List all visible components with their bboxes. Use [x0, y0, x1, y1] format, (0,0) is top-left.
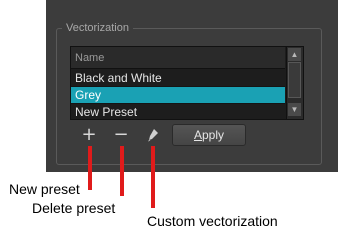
apply-mnemonic: A: [193, 128, 202, 142]
apply-label: pply: [202, 128, 225, 142]
delete-preset-button[interactable]: −: [112, 126, 130, 144]
callout-delete-preset: Delete preset: [32, 200, 116, 216]
scroll-up-icon[interactable]: ▲: [288, 48, 301, 61]
custom-vectorization-pointer: [151, 146, 155, 208]
new-preset-button[interactable]: +: [80, 126, 98, 144]
apply-button[interactable]: Apply: [172, 124, 246, 146]
plus-icon: +: [81, 124, 97, 145]
delete-preset-pointer: [120, 146, 124, 196]
preset-list[interactable]: Name Black and White Grey New Preset ▲ ▼: [70, 46, 304, 120]
list-scrollbar[interactable]: ▲ ▼: [286, 47, 303, 119]
minus-icon: −: [113, 124, 129, 145]
list-header-name[interactable]: Name: [71, 47, 285, 69]
pencil-icon: [148, 129, 158, 142]
list-item-selected[interactable]: Grey: [71, 87, 285, 104]
new-preset-pointer: [88, 146, 92, 190]
custom-vectorization-button[interactable]: [144, 126, 162, 144]
scroll-thumb[interactable]: [288, 62, 301, 98]
list-item[interactable]: Black and White: [71, 70, 285, 87]
callout-new-preset: New preset: [9, 181, 80, 197]
group-title: Vectorization: [62, 22, 133, 34]
scroll-down-icon[interactable]: ▼: [288, 103, 301, 116]
list-item[interactable]: New Preset: [71, 104, 285, 119]
callout-custom-vectorization: Custom vectorization: [147, 213, 278, 229]
